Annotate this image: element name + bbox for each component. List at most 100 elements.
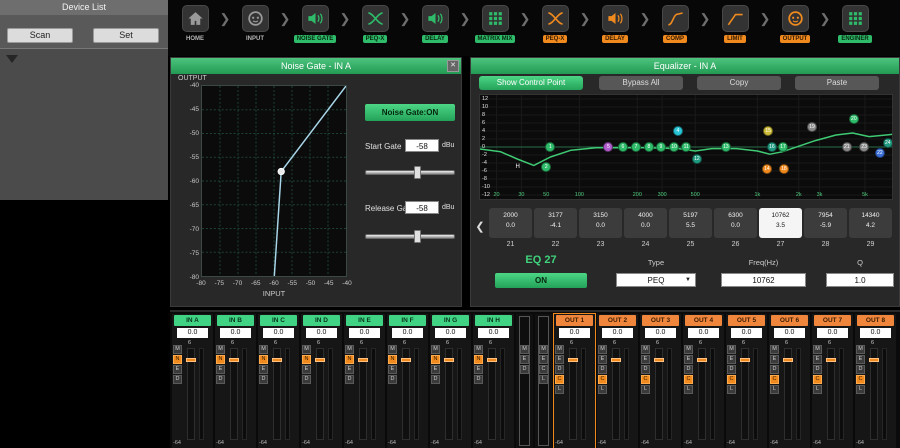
dropdown-arrow-icon[interactable] (6, 55, 18, 63)
fader-track[interactable] (230, 348, 238, 440)
channel-button-n[interactable]: N (345, 355, 354, 364)
channel-strip-out-8[interactable]: OUT 80.0MEDCL6-64 (855, 314, 896, 448)
channel-button-e[interactable]: E (555, 355, 564, 364)
channel-strip-in-a[interactable]: IN A0.0MNED6-64 (172, 314, 213, 448)
channel-button-n[interactable]: N (302, 355, 311, 364)
fader-handle[interactable] (358, 358, 368, 362)
eq-control-point[interactable]: 17 (778, 142, 788, 152)
toolbar-item-input[interactable]: INPUT (232, 5, 278, 43)
channel-button-m[interactable]: M (259, 345, 268, 354)
fader-handle[interactable] (783, 358, 793, 362)
scan-button[interactable]: Scan (7, 28, 73, 43)
channel-button-c[interactable]: C (641, 375, 650, 384)
channel-button-e[interactable]: E (474, 365, 483, 374)
channel-button-m[interactable]: M (555, 345, 564, 354)
toolbar-item-comp[interactable]: COMP (652, 5, 698, 43)
close-icon[interactable]: ✕ (447, 60, 459, 72)
copy-button[interactable]: Copy (697, 76, 781, 90)
toolbar-item-output[interactable]: OUTPUT (772, 5, 818, 43)
fader-handle[interactable] (444, 358, 454, 362)
eq-band-cell[interactable]: 63000.026 (714, 208, 757, 238)
channel-button-l[interactable]: L (641, 385, 650, 394)
channel-button-d[interactable]: D (770, 365, 779, 374)
eq-control-point[interactable]: 24 (883, 138, 893, 148)
channel-button-e[interactable]: E (388, 365, 397, 374)
channel-gain-value[interactable]: 0.0 (559, 328, 590, 338)
toolbar-item-enginer[interactable]: ENGINER (832, 5, 878, 43)
link-button-l[interactable]: L (539, 375, 548, 384)
channel-button-m[interactable]: M (813, 345, 822, 354)
toolbar-item-noise-gate[interactable]: NOISE GATE (292, 5, 338, 43)
fader-track[interactable] (784, 348, 792, 440)
fader-track[interactable] (612, 348, 620, 440)
channel-button-n[interactable]: N (474, 355, 483, 364)
toolbar-item-limit[interactable]: LIMIT (712, 5, 758, 43)
toolbar-item-peq-x[interactable]: PEQ-X (352, 5, 398, 43)
link-strip-1[interactable]: MED (516, 314, 533, 448)
channel-strip-out-5[interactable]: OUT 50.0MEDCL6-64 (726, 314, 767, 448)
eq-control-point[interactable]: 12 (692, 154, 702, 164)
type-select[interactable]: PEQ ▼ (616, 273, 696, 287)
channel-button-m[interactable]: M (684, 345, 693, 354)
channel-button-e[interactable]: E (216, 365, 225, 374)
channel-button-m[interactable]: M (216, 345, 225, 354)
channel-gain-value[interactable]: 0.0 (478, 328, 509, 338)
eq-band-cell[interactable]: 107623.527 (759, 208, 802, 238)
channel-gain-value[interactable]: 0.0 (860, 328, 891, 338)
channel-button-d[interactable]: D (856, 365, 865, 374)
channel-strip-in-d[interactable]: IN D0.0MNED6-64 (301, 314, 342, 448)
channel-button-m[interactable]: M (770, 345, 779, 354)
channel-button-l[interactable]: L (856, 385, 865, 394)
eq-on-button[interactable]: ON (495, 273, 587, 288)
channel-button-m[interactable]: M (641, 345, 650, 354)
fader-track[interactable] (741, 348, 749, 440)
fader-handle[interactable] (401, 358, 411, 362)
channel-button-m[interactable]: M (431, 345, 440, 354)
fader-track[interactable] (273, 348, 281, 440)
channel-button-e[interactable]: E (684, 355, 693, 364)
channel-strip-out-4[interactable]: OUT 40.0MEDCL6-64 (683, 314, 724, 448)
eq-band-cell[interactable]: 7954-5.928 (804, 208, 847, 238)
eq-band-cell[interactable]: 3177-4.122 (534, 208, 577, 238)
release-gate-slider[interactable] (365, 234, 455, 239)
channel-gain-value[interactable]: 0.0 (602, 328, 633, 338)
link-button-m[interactable]: M (520, 345, 529, 354)
channel-button-e[interactable]: E (598, 355, 607, 364)
toolbar-item-peq-x[interactable]: PEQ-X (532, 5, 578, 43)
eq-control-point[interactable]: 4 (673, 126, 683, 136)
channel-strip-in-b[interactable]: IN B0.0MNED6-64 (215, 314, 256, 448)
fader-track[interactable] (827, 348, 835, 440)
start-gate-value[interactable]: -58 (405, 139, 439, 152)
channel-strip-in-c[interactable]: IN C0.0MNED6-64 (258, 314, 299, 448)
eq-control-point[interactable]: 19 (807, 122, 817, 132)
channel-button-e[interactable]: E (302, 365, 311, 374)
channel-gain-value[interactable]: 0.0 (220, 328, 251, 338)
fader-handle[interactable] (315, 358, 325, 362)
channel-button-d[interactable]: D (388, 375, 397, 384)
channel-gain-value[interactable]: 0.0 (306, 328, 337, 338)
channel-button-c[interactable]: C (727, 375, 736, 384)
eq-control-point[interactable]: 16 (767, 142, 777, 152)
paste-button[interactable]: Paste (795, 76, 879, 90)
channel-button-e[interactable]: E (173, 365, 182, 374)
channel-button-n[interactable]: N (216, 355, 225, 364)
freq-value-field[interactable]: 10762 (721, 273, 806, 287)
channel-gain-value[interactable]: 0.0 (349, 328, 380, 338)
noise-gate-on-button[interactable]: Noise Gate:ON (365, 104, 455, 121)
channel-button-c[interactable]: C (856, 375, 865, 384)
channel-strip-out-1[interactable]: OUT 10.0MEDCL6-64 (554, 314, 595, 448)
fader-track[interactable] (445, 348, 453, 440)
link-button-m[interactable]: M (539, 345, 548, 354)
eq-control-point[interactable]: 6 (618, 142, 628, 152)
channel-button-e[interactable]: E (727, 355, 736, 364)
channel-button-d[interactable]: D (216, 375, 225, 384)
fader-handle[interactable] (568, 358, 578, 362)
channel-button-d[interactable]: D (555, 365, 564, 374)
channel-button-n[interactable]: N (259, 355, 268, 364)
channel-strip-in-g[interactable]: IN G0.0MNED6-64 (430, 314, 471, 448)
channel-strip-in-f[interactable]: IN F0.0MNED6-64 (387, 314, 428, 448)
channel-gain-value[interactable]: 0.0 (392, 328, 423, 338)
fader-track[interactable] (187, 348, 195, 440)
channel-strip-out-3[interactable]: OUT 30.0MEDCL6-64 (640, 314, 681, 448)
channel-button-d[interactable]: D (684, 365, 693, 374)
